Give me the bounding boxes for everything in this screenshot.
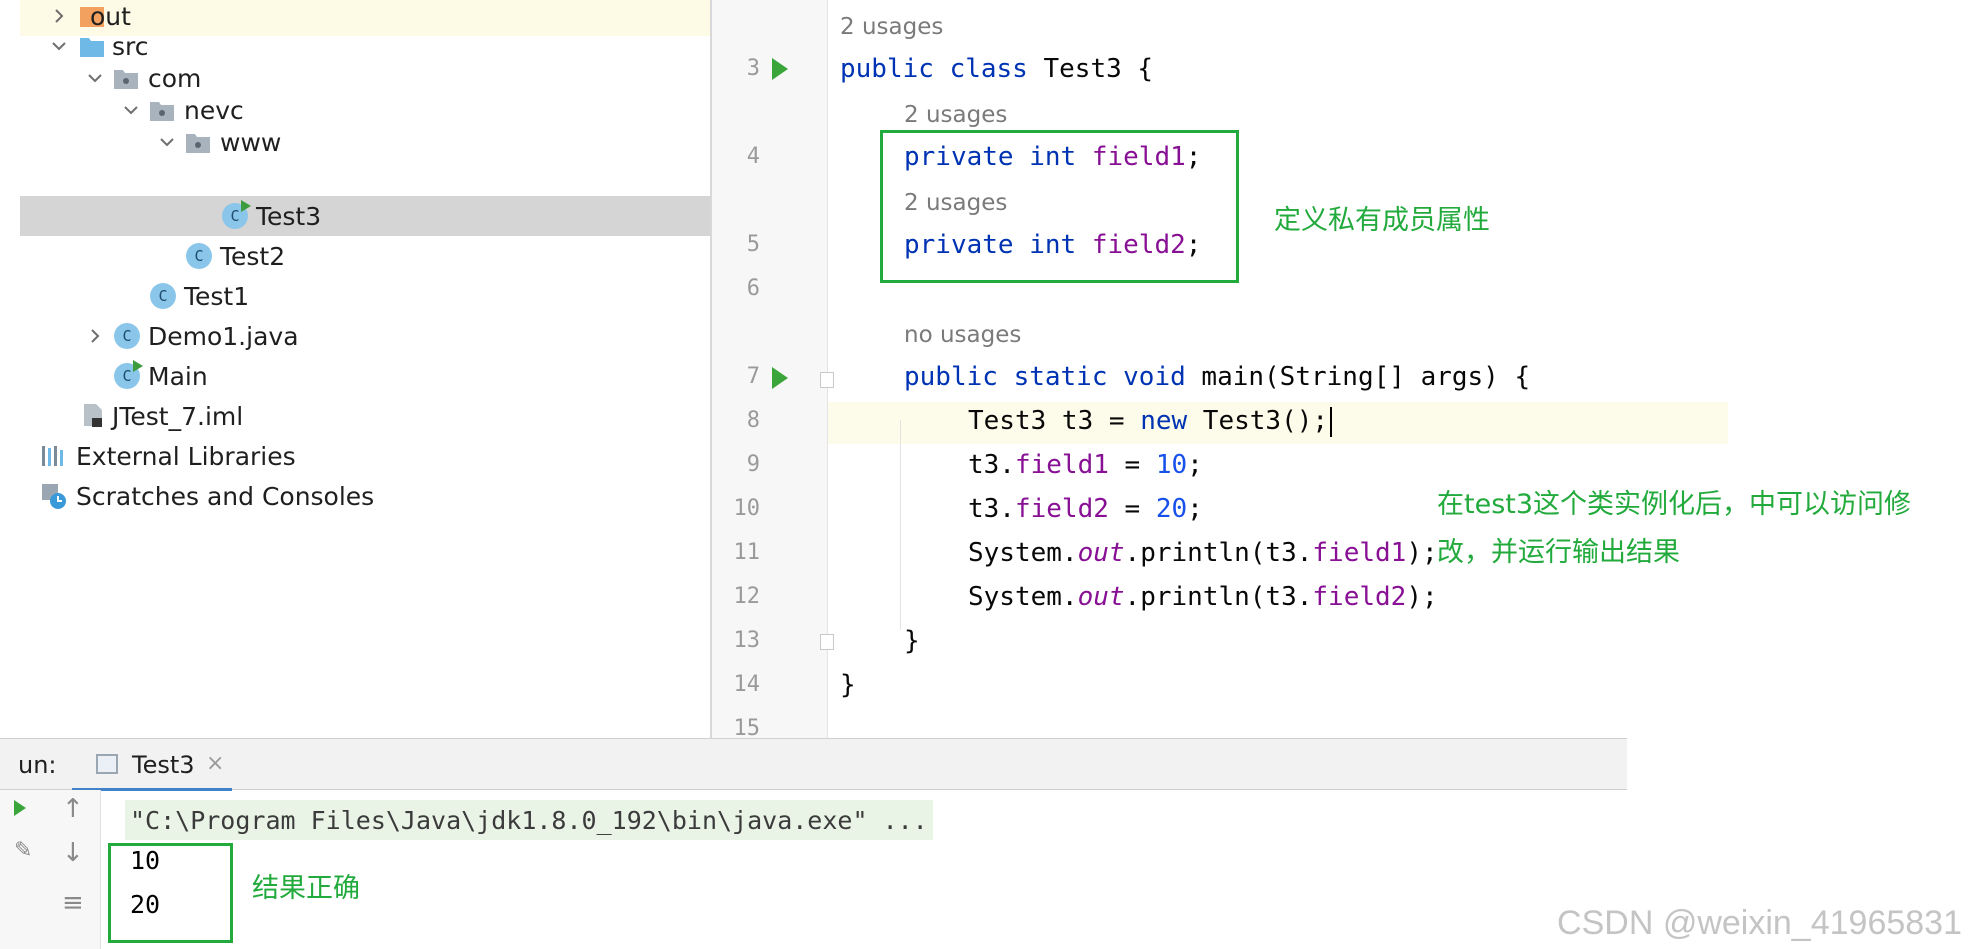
run-toolbar: ↑ ✎ ↓ ≡ — [0, 790, 101, 949]
tree-item-test1[interactable]: C Test1 — [20, 276, 710, 316]
soft-wrap-icon[interactable]: ≡ — [62, 888, 84, 918]
line-number: 9 — [746, 452, 760, 477]
tree-item-label: Test2 — [220, 241, 286, 271]
usages-hint[interactable]: no usages — [904, 322, 1021, 348]
close-icon[interactable]: × — [206, 751, 224, 776]
code-line-12: System.out.println(t3.field2); — [968, 582, 1438, 612]
code-line-11: System.out.println(t3.field1); — [968, 538, 1438, 568]
package-icon — [112, 65, 140, 93]
tree-item-label: Scratches and Consoles — [76, 481, 375, 511]
usages-hint[interactable]: 2 usages — [904, 102, 1007, 128]
line-number: 8 — [746, 408, 760, 433]
wrench-icon[interactable]: ✎ — [14, 838, 32, 863]
tree-item-label: External Libraries — [76, 441, 296, 471]
tree-item-label: Test3 — [256, 201, 322, 231]
package-icon — [148, 97, 176, 125]
annotation-result: 结果正确 — [252, 873, 360, 904]
tree-item-label: nevc — [184, 95, 244, 125]
tree-item-label: Demo1.java — [148, 321, 299, 351]
line-number: 6 — [746, 276, 760, 301]
run-panel: un: Test3 × ↑ ✎ ↓ ≡ "C:\Program Files\Ja… — [0, 738, 1627, 949]
result-highlight-box — [108, 843, 233, 943]
package-icon — [184, 129, 212, 157]
class-icon: C — [114, 323, 140, 349]
chevron-down-icon[interactable] — [156, 131, 178, 153]
tree-item-demo1[interactable]: C Demo1.java — [20, 316, 710, 356]
tree-item-main[interactable]: C Main — [20, 356, 710, 396]
watermark: CSDN @weixin_41965831 — [1557, 904, 1962, 942]
tab-test3[interactable]: Test3 × — [72, 739, 232, 791]
run-main-icon[interactable] — [772, 367, 788, 389]
tree-item-label: www — [220, 127, 282, 157]
tree-item-label: src — [112, 31, 149, 61]
code-line-7: public static void main(String[] args) { — [904, 362, 1531, 392]
arrow-up-icon[interactable]: ↑ — [62, 794, 84, 824]
line-number: 11 — [733, 540, 761, 565]
text-caret — [1330, 406, 1333, 437]
code-line-8: Test3 t3 = new Test3(); — [968, 406, 1333, 437]
tree-item-scratches[interactable]: Scratches and Consoles — [20, 476, 710, 516]
tree-item-label: com — [148, 63, 202, 93]
libraries-icon — [40, 442, 68, 470]
run-panel-label: un: — [18, 751, 57, 779]
line-number: 12 — [733, 584, 761, 609]
line-number: 5 — [746, 232, 760, 257]
run-tab-bar: un: Test3 × — [0, 738, 1627, 791]
tab-title: Test3 — [132, 751, 195, 779]
console-command-line: "C:\Program Files\Java\jdk1.8.0_192\bin\… — [125, 800, 933, 840]
module-file-icon — [80, 401, 108, 429]
tree-item-iml[interactable]: JTest_7.iml — [20, 396, 710, 436]
tree-item-label: Main — [148, 361, 208, 391]
tree-item-www[interactable]: www — [20, 122, 710, 162]
annotation-access-line2: 改，并运行输出结果 — [1437, 537, 1680, 568]
fold-icon[interactable] — [820, 634, 834, 650]
tree-item-label: JTest_7.iml — [112, 401, 244, 431]
tree-item-external-libraries[interactable]: External Libraries — [20, 436, 710, 476]
chevron-down-icon[interactable] — [84, 67, 106, 89]
code-line-14: } — [840, 670, 856, 700]
chevron-right-icon[interactable] — [84, 325, 106, 347]
source-folder-icon — [78, 33, 106, 61]
code-line-9: t3.field1 = 10; — [968, 450, 1203, 480]
class-runnable-icon: C — [222, 200, 251, 229]
line-number: 4 — [746, 144, 760, 169]
fold-icon[interactable] — [820, 372, 834, 388]
annotation-private-fields: 定义私有成员属性 — [1274, 205, 1490, 236]
console-icon — [96, 754, 118, 774]
chevron-down-icon[interactable] — [120, 99, 142, 121]
indent-guide — [900, 420, 901, 630]
tree-item-test3[interactable]: C Test3 — [20, 196, 710, 236]
rerun-icon[interactable] — [14, 800, 26, 816]
line-number: 3 — [746, 56, 760, 81]
annotation-access-line1: 在test3这个类实例化后，中可以访问修 — [1437, 489, 1912, 520]
usages-hint[interactable]: 2 usages — [840, 14, 943, 40]
line-number: 10 — [733, 496, 761, 521]
run-class-icon[interactable] — [772, 58, 788, 80]
code-editor[interactable]: 3 4 5 6 7 8 9 10 11 12 13 14 15 2 usages… — [712, 0, 1728, 741]
scratches-icon — [40, 482, 68, 510]
fields-highlight-box — [880, 130, 1239, 283]
chevron-down-icon[interactable] — [48, 35, 70, 57]
project-tree: out src com nevc www C Test3 C Test2 C T… — [0, 0, 710, 738]
class-icon: C — [186, 243, 212, 269]
line-number: 13 — [733, 628, 761, 653]
chevron-right-icon[interactable] — [48, 5, 70, 27]
code-line-3: public class Test3 { — [840, 54, 1154, 84]
tree-item-test2[interactable]: C Test2 — [20, 236, 710, 276]
line-number: 14 — [733, 672, 761, 697]
arrow-down-icon[interactable]: ↓ — [62, 838, 84, 868]
class-runnable-icon: C — [114, 360, 143, 389]
code-line-10: t3.field2 = 20; — [968, 494, 1203, 524]
code-line-13: } — [904, 626, 920, 656]
class-icon: C — [150, 283, 176, 309]
line-number: 7 — [746, 364, 760, 389]
tree-item-label: Test1 — [184, 281, 250, 311]
